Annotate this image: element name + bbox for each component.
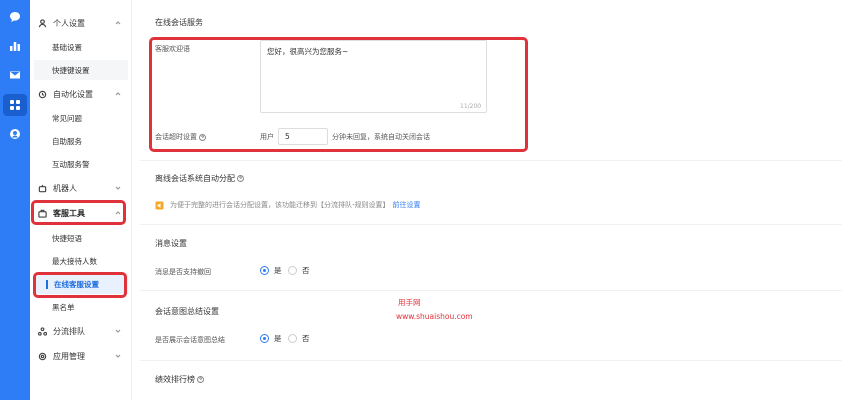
welcome-label: 客服欢迎语	[155, 45, 190, 53]
timeout-suffix: 分钟未回复，系统自动关闭会话	[332, 133, 430, 141]
section-divider	[140, 290, 842, 291]
chevron-up-icon	[114, 209, 122, 217]
mail-icon[interactable]	[3, 64, 27, 86]
speaker-icon	[155, 201, 164, 210]
go-settings-link[interactable]: 前往设置	[393, 200, 421, 210]
menu-item-shortcut-settings[interactable]: 快捷键设置	[34, 60, 128, 80]
apps-icon[interactable]	[3, 94, 27, 116]
offline-notice: 为便于完整的进行会话分配设置，该功能迁移到【分流排队-规则设置】 前往设置	[155, 200, 421, 210]
section-title-offline: 离线会话系统自动分配	[155, 173, 244, 184]
recall-radio-yes[interactable]: 是	[260, 265, 282, 276]
user-icon	[38, 18, 47, 28]
section-title-performance: 绩效排行榜	[155, 374, 204, 385]
menu-item-max-reception[interactable]: 最大接待人数	[34, 251, 128, 271]
section-title-online: 在线会话服务	[155, 18, 203, 27]
menu-group-label: 分流排队	[53, 326, 85, 336]
settings-menu: 个人设置 基础设置 快捷键设置 自动化设置 常见问题 自助服务 互动服务警 机器…	[30, 0, 132, 400]
menu-group-personal[interactable]: 个人设置	[30, 13, 132, 33]
chevron-down-icon	[114, 327, 122, 335]
menu-group-label: 客服工具	[53, 208, 85, 218]
radio-dot	[288, 334, 297, 343]
chat-icon[interactable]	[3, 6, 27, 28]
recall-label: 消息是否支持撤回	[155, 268, 211, 276]
timeout-prefix: 用户	[260, 133, 274, 141]
intent-summary-label: 是否展示会话意图总结	[155, 336, 225, 344]
section-title-intent: 会话意图总结设置	[155, 307, 219, 316]
menu-item-interactive-service[interactable]: 互动服务警	[34, 154, 128, 174]
chevron-up-icon	[114, 19, 122, 27]
radio-dot	[288, 266, 297, 275]
menu-group-label: 应用管理	[53, 351, 85, 361]
menu-item-self-service[interactable]: 自助服务	[34, 131, 128, 151]
automation-icon	[38, 90, 47, 99]
section-divider	[140, 360, 842, 361]
help-icon[interactable]	[197, 376, 204, 383]
robot-icon	[38, 184, 47, 193]
chevron-down-icon	[114, 352, 122, 360]
offline-notice-text: 为便于完整的进行会话分配设置，该功能迁移到【分流排队-规则设置】	[170, 201, 390, 209]
menu-group-label: 机器人	[53, 183, 77, 193]
toolbox-icon	[38, 209, 47, 218]
menu-group-automation[interactable]: 自动化设置	[30, 84, 132, 104]
radio-dot	[260, 334, 269, 343]
section-title-message: 消息设置	[155, 239, 187, 248]
menu-item-blacklist[interactable]: 黑名单	[34, 297, 128, 317]
recall-radio-no[interactable]: 否	[288, 265, 310, 276]
app-rail	[0, 0, 30, 400]
help-icon[interactable]	[237, 175, 244, 182]
intent-radio-yes[interactable]: 是	[260, 333, 282, 344]
watermark-name: 用手网	[398, 298, 421, 307]
gear-icon	[38, 352, 47, 361]
menu-group-label: 个人设置	[53, 18, 85, 28]
menu-item-quick-phrases[interactable]: 快捷短语	[34, 228, 128, 248]
chevron-down-icon	[114, 184, 122, 192]
timeout-minutes-input[interactable]: 5	[278, 128, 328, 145]
menu-group-app-management[interactable]: 应用管理	[30, 346, 132, 366]
menu-group-routing[interactable]: 分流排队	[30, 321, 132, 341]
menu-item-basic-settings[interactable]: 基础设置	[34, 37, 128, 57]
menu-group-robot[interactable]: 机器人	[30, 178, 132, 198]
menu-item-faq[interactable]: 常见问题	[34, 108, 128, 128]
chart-icon[interactable]	[3, 35, 27, 57]
help-icon[interactable]	[199, 133, 206, 141]
menu-group-service-tools[interactable]: 客服工具	[30, 203, 132, 223]
section-divider	[140, 160, 842, 161]
support-icon[interactable]	[3, 123, 27, 145]
menu-item-online-service-settings[interactable]: 在线客服设置	[34, 274, 128, 294]
chevron-up-icon	[114, 90, 122, 98]
menu-group-label: 自动化设置	[53, 89, 93, 99]
intent-radio-no[interactable]: 否	[288, 333, 310, 344]
radio-dot	[260, 266, 269, 275]
welcome-textarea[interactable]: 您好，很高兴为您服务~	[260, 40, 487, 113]
section-divider	[140, 224, 842, 225]
welcome-char-counter: 11/200	[460, 103, 482, 110]
watermark-url: www.shuaishou.com	[396, 312, 473, 321]
queue-icon	[38, 326, 47, 336]
timeout-label: 会话超时设置	[155, 132, 206, 142]
